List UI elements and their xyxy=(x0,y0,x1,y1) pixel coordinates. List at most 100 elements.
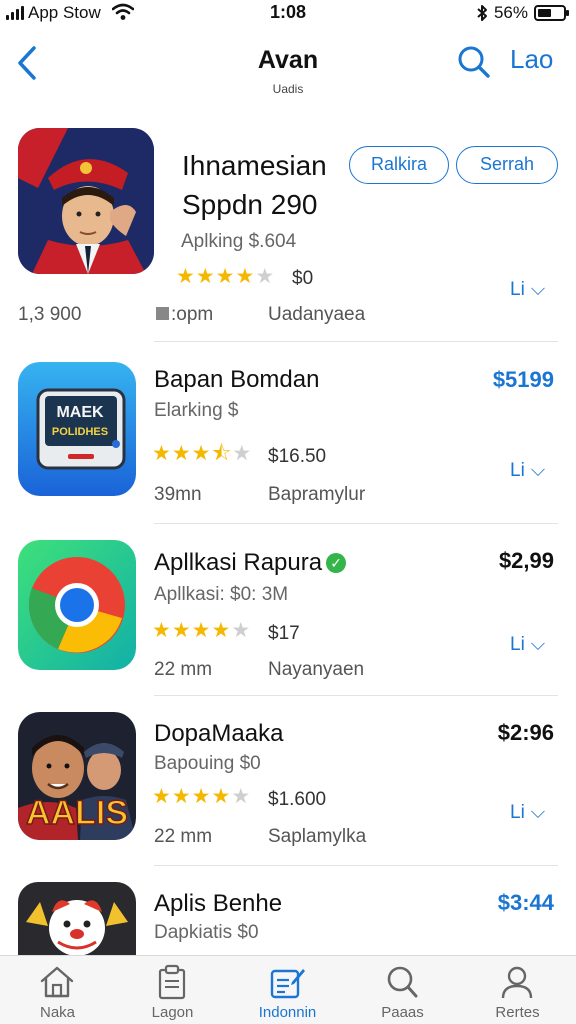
divider xyxy=(154,341,558,342)
star-full-icon: ★ xyxy=(211,785,231,808)
app-more-link-3[interactable]: Li ⌵ xyxy=(510,802,545,824)
star-full-icon: ★ xyxy=(152,619,171,642)
tab-label-clipboard: Lagon xyxy=(151,1004,194,1021)
tab-label-profile: Rertes xyxy=(495,1004,540,1021)
star-full-icon: ★ xyxy=(176,265,195,288)
star-full-icon: ★ xyxy=(191,619,211,642)
app-icon-4[interactable] xyxy=(18,882,136,956)
star-empty-icon: ★ xyxy=(232,442,252,465)
star-full-icon: ★ xyxy=(215,265,235,288)
developer-icon xyxy=(156,307,169,320)
app-size-1: 39mn xyxy=(154,484,202,505)
chevron-down-icon: ⌵ xyxy=(530,279,546,300)
tab-clipboard[interactable]: Lagon xyxy=(115,956,230,1024)
tab-search[interactable]: Paaas xyxy=(345,956,460,1024)
featured-more-link[interactable]: Li ⌵ xyxy=(510,279,545,301)
tab-profile[interactable]: Rertes xyxy=(460,956,575,1024)
status-bar: App Stow 1:08 56% xyxy=(0,0,576,26)
app-price-3[interactable]: $2:96 xyxy=(498,720,554,746)
app-icon-2[interactable] xyxy=(18,540,136,670)
app-rating-text-2: $17 xyxy=(268,623,300,644)
app-subtitle-4: Dapkiatis $0 xyxy=(154,922,259,943)
star-full-icon: ★ xyxy=(211,619,231,642)
app-name-4[interactable]: Aplis Benhe xyxy=(154,890,282,918)
featured-app-icon[interactable] xyxy=(18,128,154,274)
featured-dev-label: :opm xyxy=(171,304,214,325)
star-full-icon: ★ xyxy=(195,265,215,288)
tab-label-edit-list: Indonnin xyxy=(258,1004,317,1021)
star-full-icon: ★ xyxy=(191,785,211,808)
star-full-icon: ★ xyxy=(171,785,191,808)
search-button[interactable]: Serrah xyxy=(456,146,558,184)
tab-edit-list[interactable]: Indonnin xyxy=(230,956,345,1024)
bluetooth-icon xyxy=(477,5,487,21)
app-icon-1[interactable]: MAEK POLIDHES xyxy=(18,362,136,496)
clipboard-icon xyxy=(158,964,186,1000)
nav-right-button[interactable]: Lao xyxy=(510,44,553,75)
app-icon-3[interactable]: AALIS xyxy=(18,712,136,840)
tab-bar: Naka Lagon Indonnin Paaas Rertes xyxy=(0,955,576,1024)
featured-left-meta: 1,3 900 xyxy=(18,304,82,325)
ranking-button[interactable]: Ralkira xyxy=(349,146,449,184)
chevron-down-icon: ⌵ xyxy=(530,634,546,655)
app-rating-stars-3: ★ ★ ★ ★ ★ xyxy=(152,786,250,808)
verified-badge-icon: ✓ xyxy=(326,553,347,573)
home-icon xyxy=(40,966,74,998)
search-icon xyxy=(387,966,418,998)
search-icon[interactable] xyxy=(456,44,492,80)
app-size-3: 22 mm xyxy=(154,826,213,847)
app-subtitle-1: Elarking $ xyxy=(154,400,239,421)
app-size-2: 22 mm xyxy=(154,659,213,680)
featured-app-subtitle: Aplking $.604 xyxy=(181,231,297,252)
star-half-icon: ⯪ xyxy=(211,442,232,465)
app-price-4[interactable]: $3:44 xyxy=(498,890,554,916)
person-icon xyxy=(501,966,533,999)
featured-rating-stars: ★ ★ ★ ★ ★ xyxy=(176,266,274,288)
star-full-icon: ★ xyxy=(191,442,211,465)
app-name-label-2: Apllkasi Rapura xyxy=(154,549,323,576)
app-more-link-1[interactable]: Li ⌵ xyxy=(510,460,545,482)
featured-rating-text: $0 xyxy=(292,268,314,289)
app-category-2: Nayanyaen xyxy=(268,659,365,680)
tab-label-search: Paaas xyxy=(381,1004,424,1021)
star-full-icon: ★ xyxy=(152,785,171,808)
star-full-icon: ★ xyxy=(152,442,171,465)
app-more-label-2: Li xyxy=(510,634,525,655)
featured-dev-meta: :opm xyxy=(156,304,213,326)
star-empty-icon: ★ xyxy=(231,785,251,808)
chevron-down-icon: ⌵ xyxy=(530,802,546,823)
page-subtitle: Uadis xyxy=(272,82,304,96)
app-price-2[interactable]: $2,99 xyxy=(499,548,554,574)
tab-home[interactable]: Naka xyxy=(0,956,115,1024)
featured-app-name-line1[interactable]: Ihnamesian xyxy=(182,150,327,182)
app-more-label-1: Li xyxy=(510,460,525,481)
star-full-icon: ★ xyxy=(171,442,191,465)
app-category-1: Bapramylur xyxy=(268,484,366,505)
status-right: 56% xyxy=(476,3,569,23)
featured-category: Uadanyaea xyxy=(268,304,366,325)
featured-more-label: Li xyxy=(510,279,525,300)
star-full-icon: ★ xyxy=(171,619,191,642)
app-rating-stars-1: ★ ★ ★ ⯪ ★ xyxy=(152,443,251,465)
star-full-icon: ★ xyxy=(235,265,255,288)
chevron-down-icon: ⌵ xyxy=(530,460,546,481)
battery-percent: 56% xyxy=(493,3,528,22)
battery-icon xyxy=(534,5,569,21)
app-more-link-2[interactable]: Li ⌵ xyxy=(510,634,545,656)
app-subtitle-3: Bapouing $0 xyxy=(154,753,261,774)
app-rating-text-1: $16.50 xyxy=(268,446,327,467)
featured-app-name-line2[interactable]: Sppdn 290 xyxy=(182,189,317,221)
app-subtitle-2: Apllkasi: $0: 3M xyxy=(154,584,289,605)
divider xyxy=(154,523,558,524)
app-price-1[interactable]: $5199 xyxy=(493,367,554,393)
app-name-1[interactable]: Bapan Bomdan xyxy=(154,366,319,394)
edit-list-icon xyxy=(270,969,305,999)
app-more-label-3: Li xyxy=(510,802,525,823)
app-name-3[interactable]: DopaMaaka xyxy=(154,720,283,748)
star-empty-icon: ★ xyxy=(255,265,275,288)
app-name-2[interactable]: Apllkasi Rapura ✓ xyxy=(154,549,347,577)
icon-text-bottom: POLIDHES xyxy=(52,426,108,438)
app-category-3: Saplamylka xyxy=(268,826,367,847)
app-rating-stars-2: ★ ★ ★ ★ ★ xyxy=(152,620,250,642)
divider xyxy=(154,695,558,696)
